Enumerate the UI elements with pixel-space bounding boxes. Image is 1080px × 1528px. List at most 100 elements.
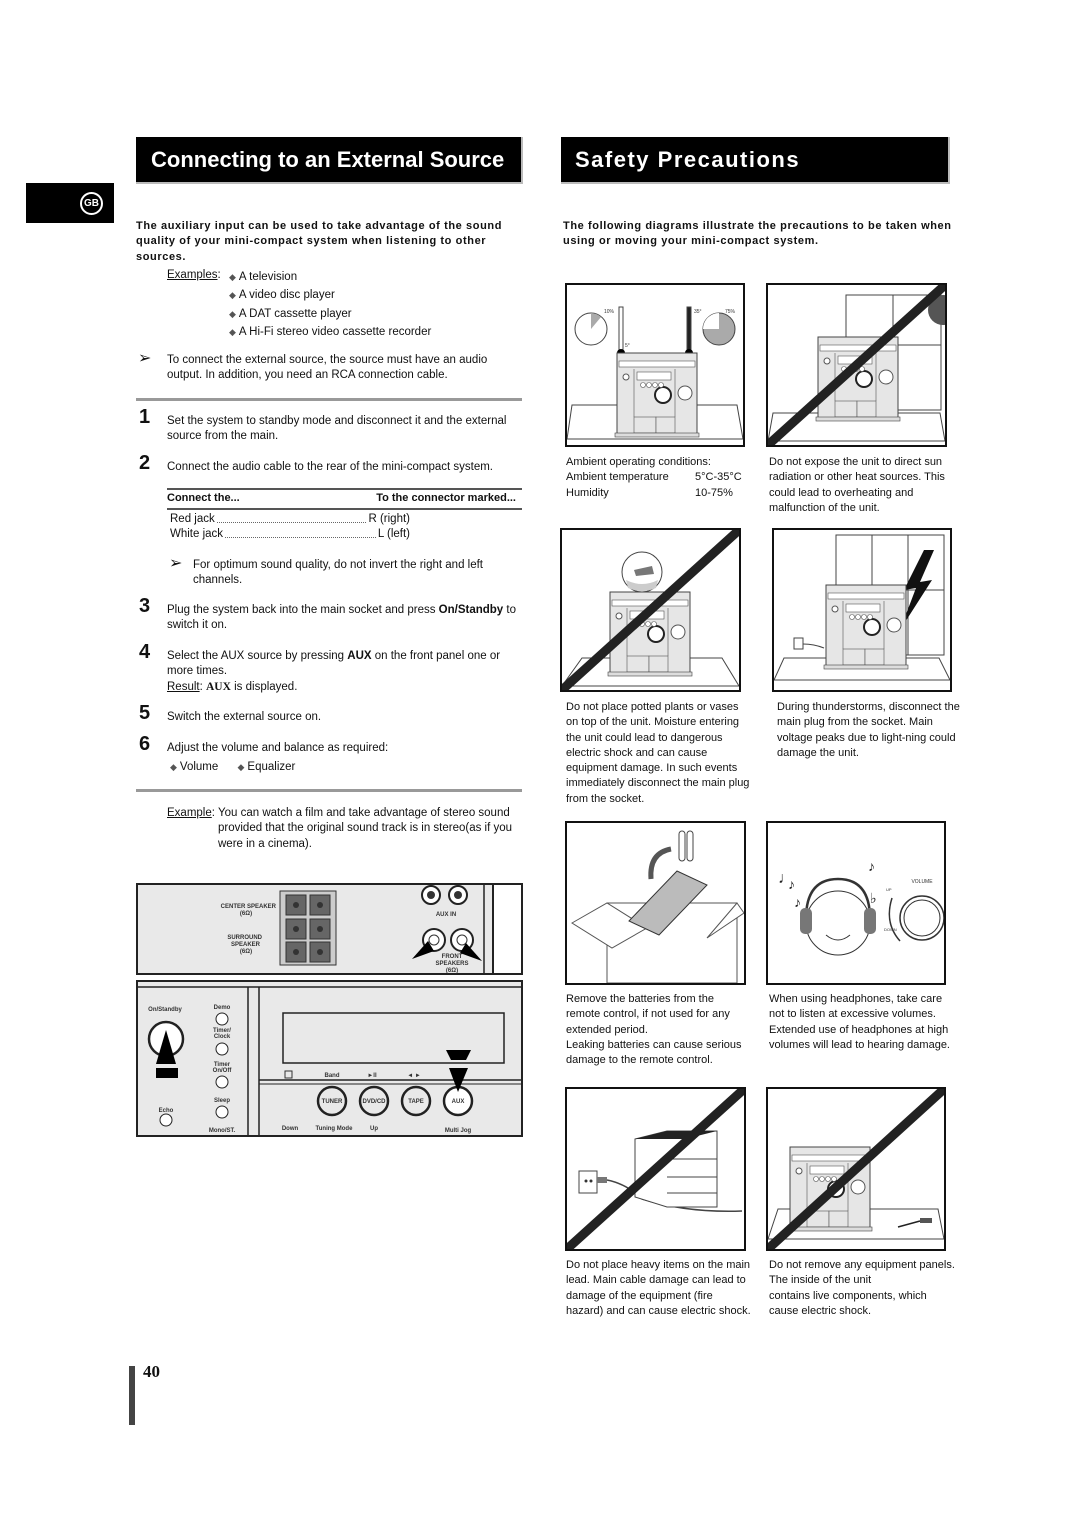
language-tab: GB	[26, 183, 114, 223]
caption-thunderstorm: During thunderstorms, disconnect the mai…	[777, 701, 960, 759]
examples-items: ◆ A television ◆ A video disc player ◆ A DA…	[229, 268, 431, 341]
table-col-connect: Connect the...	[167, 492, 240, 505]
caption-direct-sun: Do not expose the unit to direct sun rad…	[769, 456, 945, 514]
note-arrow-icon: ➢	[169, 555, 183, 572]
caption-heavy-items: Do not place heavy items on the main lea…	[566, 1259, 751, 1317]
step-text: Switch the external source on.	[167, 711, 322, 723]
example-text: You can watch a film and take advantage …	[218, 807, 513, 850]
music-note-icon: ♪	[788, 876, 795, 892]
language-code: GB	[80, 192, 103, 215]
svg-text:75%: 75%	[725, 309, 736, 315]
examples-label: Examples	[167, 269, 218, 281]
example-item: ◆ A DAT cassette player	[229, 307, 352, 320]
svg-text:►II: ►II	[367, 1073, 377, 1079]
diamond-bullet-icon: ◆	[229, 326, 236, 337]
connection-table-header: Connect the... To the connector marked..…	[167, 488, 522, 510]
figure-no-remove-panels	[766, 1087, 946, 1251]
page-number-bar	[129, 1366, 135, 1425]
note-rca-cable: ➢ To connect the external source, the so…	[138, 350, 488, 382]
svg-text:Demo: Demo	[214, 1005, 231, 1011]
svg-text:TUNER: TUNER	[322, 1099, 343, 1105]
music-note-icon: ♪	[794, 894, 801, 910]
diamond-bullet-icon: ◆	[229, 290, 236, 301]
section-title-connecting: Connecting to an External Source	[136, 137, 523, 184]
svg-text:AUX: AUX	[452, 1099, 465, 1105]
svg-text:(6Ω): (6Ω)	[240, 949, 252, 955]
svg-text:On/Standby: On/Standby	[148, 1007, 182, 1013]
figure-ambient-conditions: 10% 75% 5° 35°	[565, 283, 745, 447]
section-title-text: Connecting to an External Source	[151, 146, 505, 172]
svg-text:Band: Band	[325, 1073, 340, 1079]
screwdriver-icon	[897, 1220, 921, 1228]
label-aux-in: AUX IN	[436, 912, 456, 918]
diamond-bullet-icon: ◆	[229, 308, 236, 319]
svg-text:Tuning Mode: Tuning Mode	[316, 1126, 354, 1132]
svg-text:UP: UP	[886, 887, 892, 892]
table-row: Red jack R (right)	[170, 513, 410, 525]
caption-no-vases: Do not place potted plants or vases on t…	[566, 701, 750, 805]
page-number: 40	[143, 1362, 160, 1381]
svg-text:Down: Down	[282, 1126, 299, 1132]
figure-headphones-volume: ♩ ♪ ♪ ♪ ♭ VOLUME UP DOWN	[766, 821, 946, 985]
caption-headphones: When using headphones, take care not to …	[769, 993, 950, 1051]
example-item: ◆ A video disc player	[229, 289, 335, 302]
caption-ambient: Ambient operating conditions: Ambient te…	[566, 456, 742, 499]
figure-no-heavy-items	[565, 1087, 746, 1251]
example-item: ◆ A television	[229, 271, 298, 283]
example-item: ◆ A Hi-Fi stereo video cassette recorder	[229, 325, 432, 338]
label-center-speaker: CENTER SPEAKER	[221, 904, 277, 910]
label-surround-speaker: SURROUND	[227, 935, 262, 941]
svg-text:SPEAKER: SPEAKER	[231, 942, 261, 948]
dvd-cd-button: DVD/CD	[358, 1085, 390, 1117]
table-row: White jack L (left)	[170, 528, 410, 540]
svg-text:35°: 35°	[694, 309, 702, 315]
svg-text:10%: 10%	[604, 309, 615, 315]
svg-text:5°: 5°	[625, 343, 630, 349]
svg-text:◄ ►: ◄ ►	[407, 1073, 421, 1079]
figure-remove-batteries	[565, 821, 746, 985]
step-number: 1	[139, 406, 151, 428]
music-note-icon: ♭	[870, 890, 877, 906]
arrow-icon	[648, 846, 672, 880]
rear-panel-illustration: CENTER SPEAKER (6Ω) SURROUND SPEAKER (6Ω…	[136, 883, 523, 975]
svg-text:VOLUME: VOLUME	[911, 879, 933, 885]
step-text: Connect the audio cable to the rear of t…	[167, 461, 493, 473]
svg-text:Mono/ST.: Mono/ST.	[209, 1128, 236, 1134]
svg-text:On/Off: On/Off	[213, 1068, 233, 1074]
front-panel-illustration: On/Standby Echo Demo Timer/ Clock Timer …	[136, 980, 523, 1137]
svg-text:DVD/CD: DVD/CD	[362, 1099, 386, 1105]
music-note-icon: ♪	[868, 858, 875, 874]
figure-no-vases	[560, 528, 741, 692]
tape-button: TAPE	[400, 1085, 432, 1117]
svg-text:Sleep: Sleep	[214, 1098, 230, 1104]
label-front-speakers: FRONT	[442, 954, 463, 960]
examples-list: Examples:	[167, 269, 221, 281]
caption-batteries: Remove the batteries from the remote con…	[566, 993, 742, 1067]
step-number: 6	[139, 733, 151, 755]
diamond-bullet-icon: ◆	[237, 762, 245, 772]
svg-text:(6Ω): (6Ω)	[446, 968, 458, 974]
step-number: 3	[139, 595, 151, 617]
section-title-safety: Safety Precautions	[561, 137, 950, 184]
step-number: 5	[139, 702, 151, 724]
example-label: Example:	[167, 807, 215, 819]
tuner-button: TUNER	[316, 1085, 348, 1117]
divider	[136, 789, 522, 792]
diamond-bullet-icon: ◆	[229, 272, 236, 282]
section-title-text: Safety Precautions	[575, 146, 801, 172]
step-text: Set the system to standby mode and disco…	[167, 415, 507, 443]
divider	[136, 398, 522, 401]
step-number: 4	[139, 641, 151, 663]
table-col-connector: To the connector marked...	[376, 492, 516, 505]
svg-text:TAPE: TAPE	[408, 1099, 424, 1105]
intro-paragraph: The auxiliary input can be used to take …	[136, 220, 503, 263]
note-channels: ➢ For optimum sound quality, do not inve…	[169, 555, 483, 587]
step-text: Adjust the volume and balance as require…	[167, 742, 389, 754]
step-number: 2	[139, 452, 151, 474]
figure-thunderstorm	[772, 528, 952, 692]
caption-no-panels: Do not remove any equipment panels. The …	[769, 1259, 955, 1317]
svg-text:Multi Jog: Multi Jog	[445, 1128, 472, 1134]
adjust-options: ◆ Volume ◆ Equalizer	[170, 761, 296, 773]
figure-no-direct-sun	[766, 283, 947, 447]
diamond-bullet-icon: ◆	[170, 762, 177, 772]
